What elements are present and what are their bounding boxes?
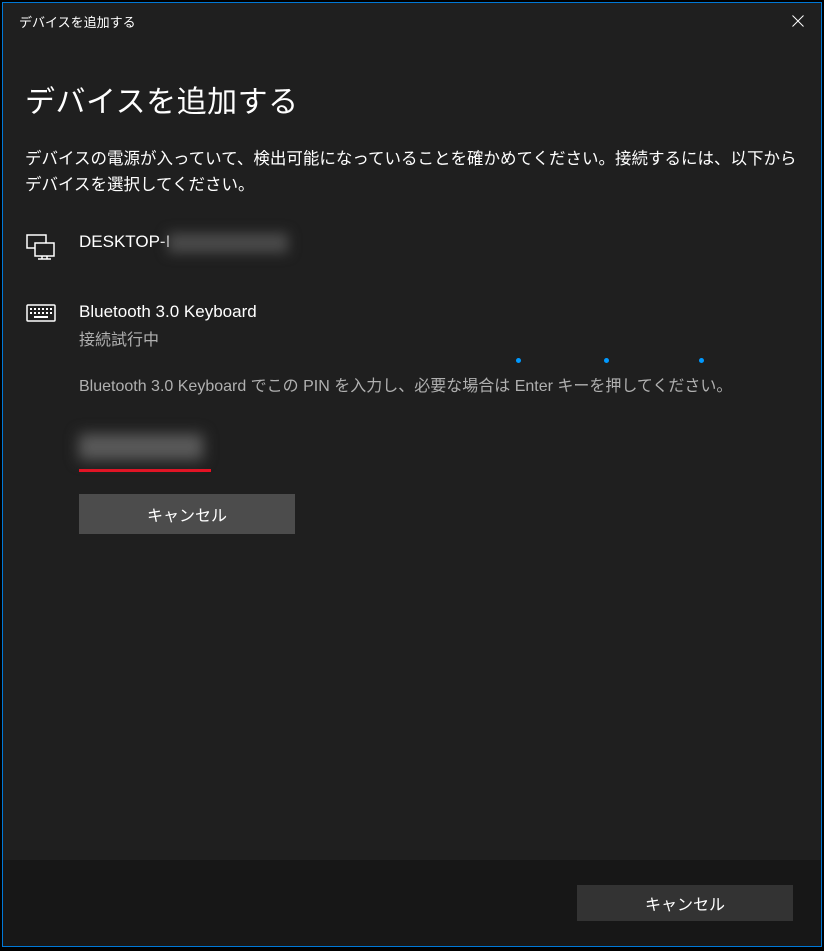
pin-underline bbox=[79, 469, 211, 472]
device-status: 接続試行中 bbox=[79, 326, 799, 350]
dialog-content: デバイスを追加する デバイスの電源が入っていて、検出可能になっていることを確かめ… bbox=[3, 39, 821, 860]
device-name: Bluetooth 3.0 Keyboard bbox=[79, 302, 799, 322]
device-details: Bluetooth 3.0 Keyboard 接続試行中 Bluetooth 3… bbox=[79, 302, 799, 534]
progress-dot bbox=[699, 358, 704, 363]
dialog-description: デバイスの電源が入っていて、検出可能になっていることを確かめてください。接続する… bbox=[25, 147, 799, 198]
keyboard-icon bbox=[25, 304, 57, 322]
titlebar: デバイスを追加する bbox=[3, 3, 821, 39]
titlebar-title: デバイスを追加する bbox=[19, 12, 136, 31]
progress-dot bbox=[604, 358, 609, 363]
redacted-pin bbox=[79, 434, 203, 460]
add-device-dialog: デバイスを追加する デバイスを追加する デバイスの電源が入っていて、検出可能にな… bbox=[2, 2, 822, 947]
device-cancel-button[interactable]: キャンセル bbox=[79, 494, 295, 534]
close-button[interactable] bbox=[775, 3, 821, 39]
close-icon bbox=[792, 15, 804, 27]
device-details: DESKTOP-I bbox=[79, 232, 799, 253]
pin-instruction: Bluetooth 3.0 Keyboard でこの PIN を入力し、必要な場… bbox=[79, 374, 799, 400]
progress-dots bbox=[79, 358, 799, 364]
dialog-footer: キャンセル bbox=[3, 860, 821, 946]
dialog-heading: デバイスを追加する bbox=[25, 77, 799, 121]
cancel-button[interactable]: キャンセル bbox=[577, 885, 793, 921]
redacted-text bbox=[168, 233, 288, 253]
device-name-prefix: DESKTOP-I bbox=[79, 232, 170, 251]
pin-display bbox=[79, 434, 799, 472]
device-name: DESKTOP-I bbox=[79, 232, 799, 253]
progress-dot bbox=[516, 358, 521, 363]
device-item-desktop[interactable]: DESKTOP-I bbox=[25, 232, 799, 260]
device-item-keyboard[interactable]: Bluetooth 3.0 Keyboard 接続試行中 Bluetooth 3… bbox=[25, 302, 799, 534]
desktop-icon bbox=[25, 234, 57, 260]
